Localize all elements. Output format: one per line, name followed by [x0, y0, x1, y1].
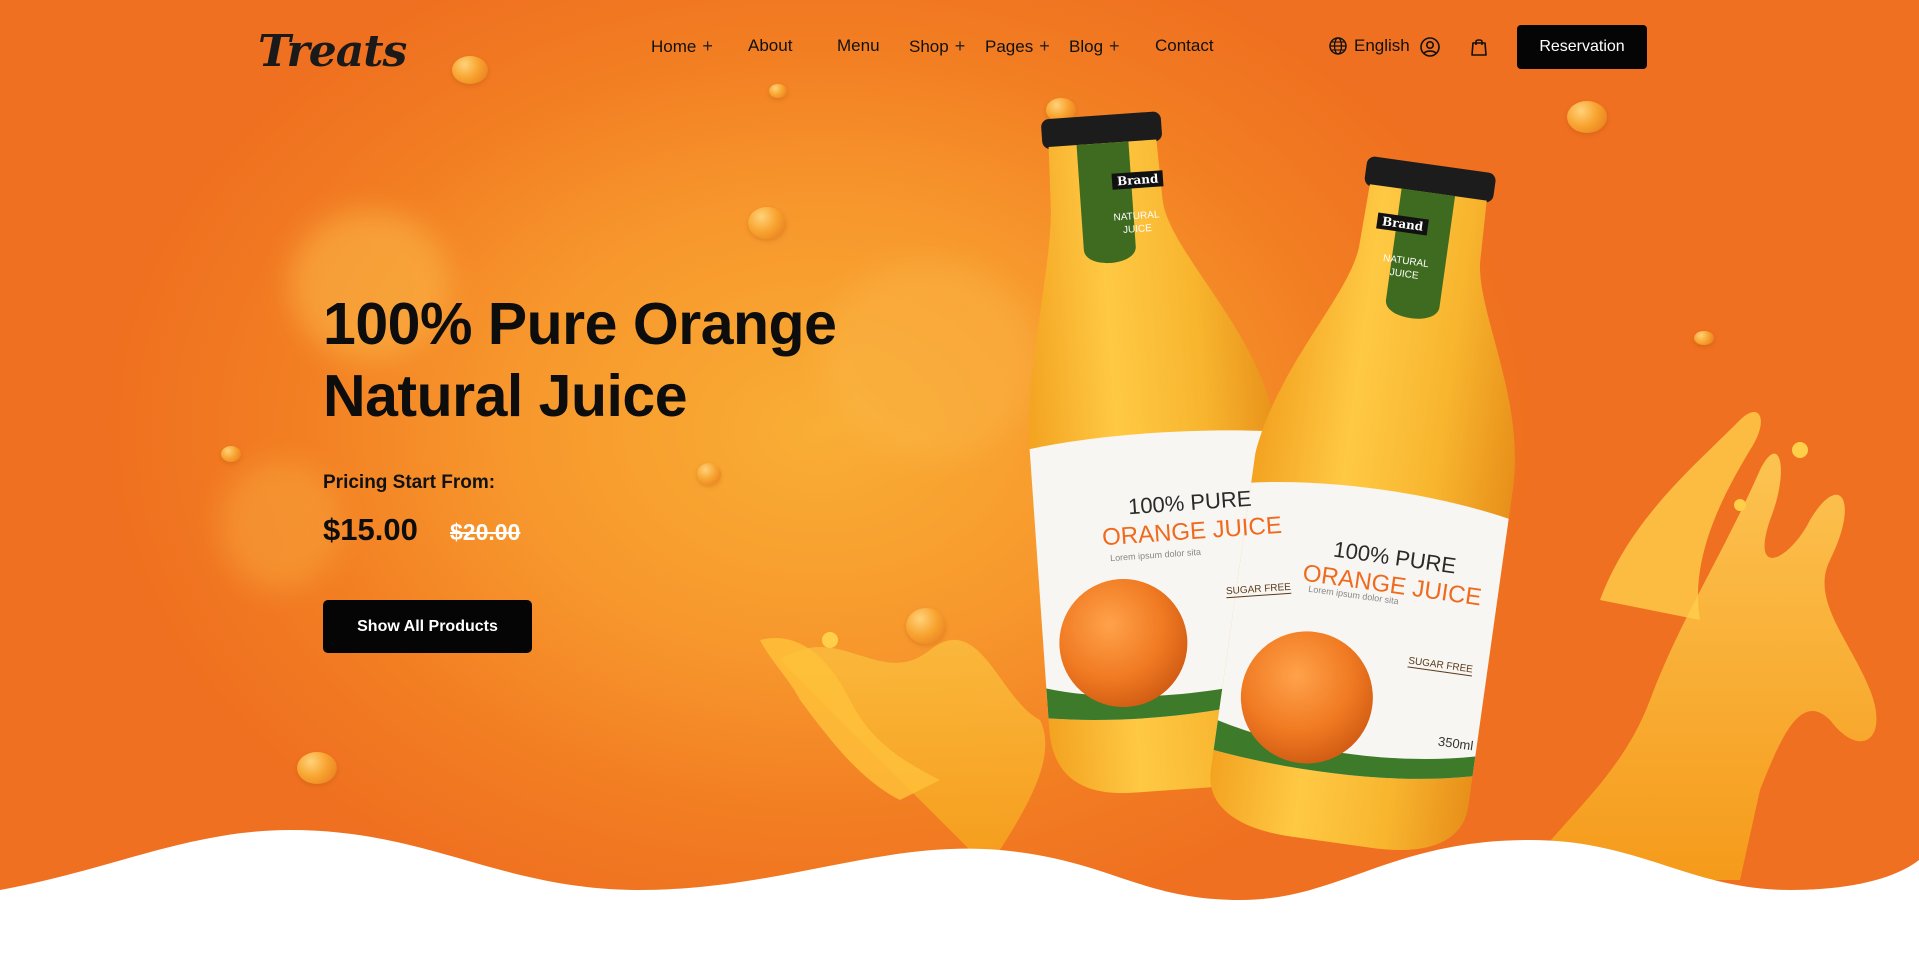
bottle-left-cap-brand: Brand [1111, 170, 1164, 190]
plus-icon: + [702, 36, 713, 56]
logo[interactable]: Treats [258, 26, 407, 77]
bottle-left-badge: SUGAR FREE [1225, 581, 1292, 599]
language-selector[interactable]: English [1328, 36, 1410, 56]
nav-menu[interactable]: Menu [837, 36, 880, 56]
shopping-bag-icon[interactable] [1468, 36, 1490, 58]
bottle-right-volume: 350ml [1437, 733, 1475, 754]
juice-drop [1046, 98, 1076, 122]
hero-section: Brand NATURAL JUICE 100% PURE ORANGE JUI… [0, 0, 1919, 967]
nav-label: Contact [1155, 36, 1214, 55]
juice-drop [1694, 331, 1714, 345]
juice-drop [748, 207, 786, 239]
juice-drop [297, 752, 337, 784]
reservation-button[interactable]: Reservation [1517, 25, 1647, 69]
nav-shop[interactable]: Shop + [909, 36, 965, 57]
nav-label: Shop [909, 36, 949, 56]
juice-drop [906, 608, 946, 644]
plus-icon: + [1039, 36, 1050, 56]
pricing-label: Pricing Start From: [323, 472, 496, 493]
nav-pages[interactable]: Pages + [985, 36, 1050, 57]
nav-label: Blog [1069, 36, 1104, 56]
hero-headline: 100% Pure Orange Natural Juice [323, 291, 837, 429]
nav-home[interactable]: Home + [651, 36, 713, 57]
nav-label: Pages [985, 36, 1034, 56]
show-all-products-button[interactable]: Show All Products [323, 600, 532, 653]
juice-drop [1567, 101, 1607, 133]
juice-drop [452, 56, 488, 84]
bottom-wave [0, 830, 1919, 967]
bottle-right-badge: SUGAR FREE [1407, 655, 1474, 677]
nav-contact[interactable]: Contact [1155, 36, 1214, 56]
language-label: English [1354, 36, 1410, 55]
plus-icon: + [954, 36, 966, 56]
user-icon[interactable] [1419, 36, 1441, 58]
nav-label: Menu [837, 36, 880, 55]
nav-about[interactable]: About [748, 36, 792, 56]
bokeh-blob [220, 460, 340, 590]
nav-label: About [748, 36, 793, 55]
plus-icon: + [1109, 36, 1120, 56]
nav-label: Home [651, 36, 697, 56]
globe-icon [1329, 37, 1347, 55]
bottle-left-cap-text: NATURAL JUICE [1113, 209, 1160, 236]
bottle-right-cap-brand: Brand [1376, 212, 1430, 236]
old-price: $20.00 [450, 519, 521, 545]
current-price: $15.00 [323, 512, 418, 547]
juice-drop [221, 446, 241, 462]
juice-bottle-right [1210, 156, 1515, 850]
nav-blog[interactable]: Blog + [1069, 36, 1120, 57]
juice-drop [697, 463, 721, 485]
juice-drop [769, 84, 787, 98]
bottle-right-cap-text: NATURAL JUICE [1382, 252, 1430, 282]
